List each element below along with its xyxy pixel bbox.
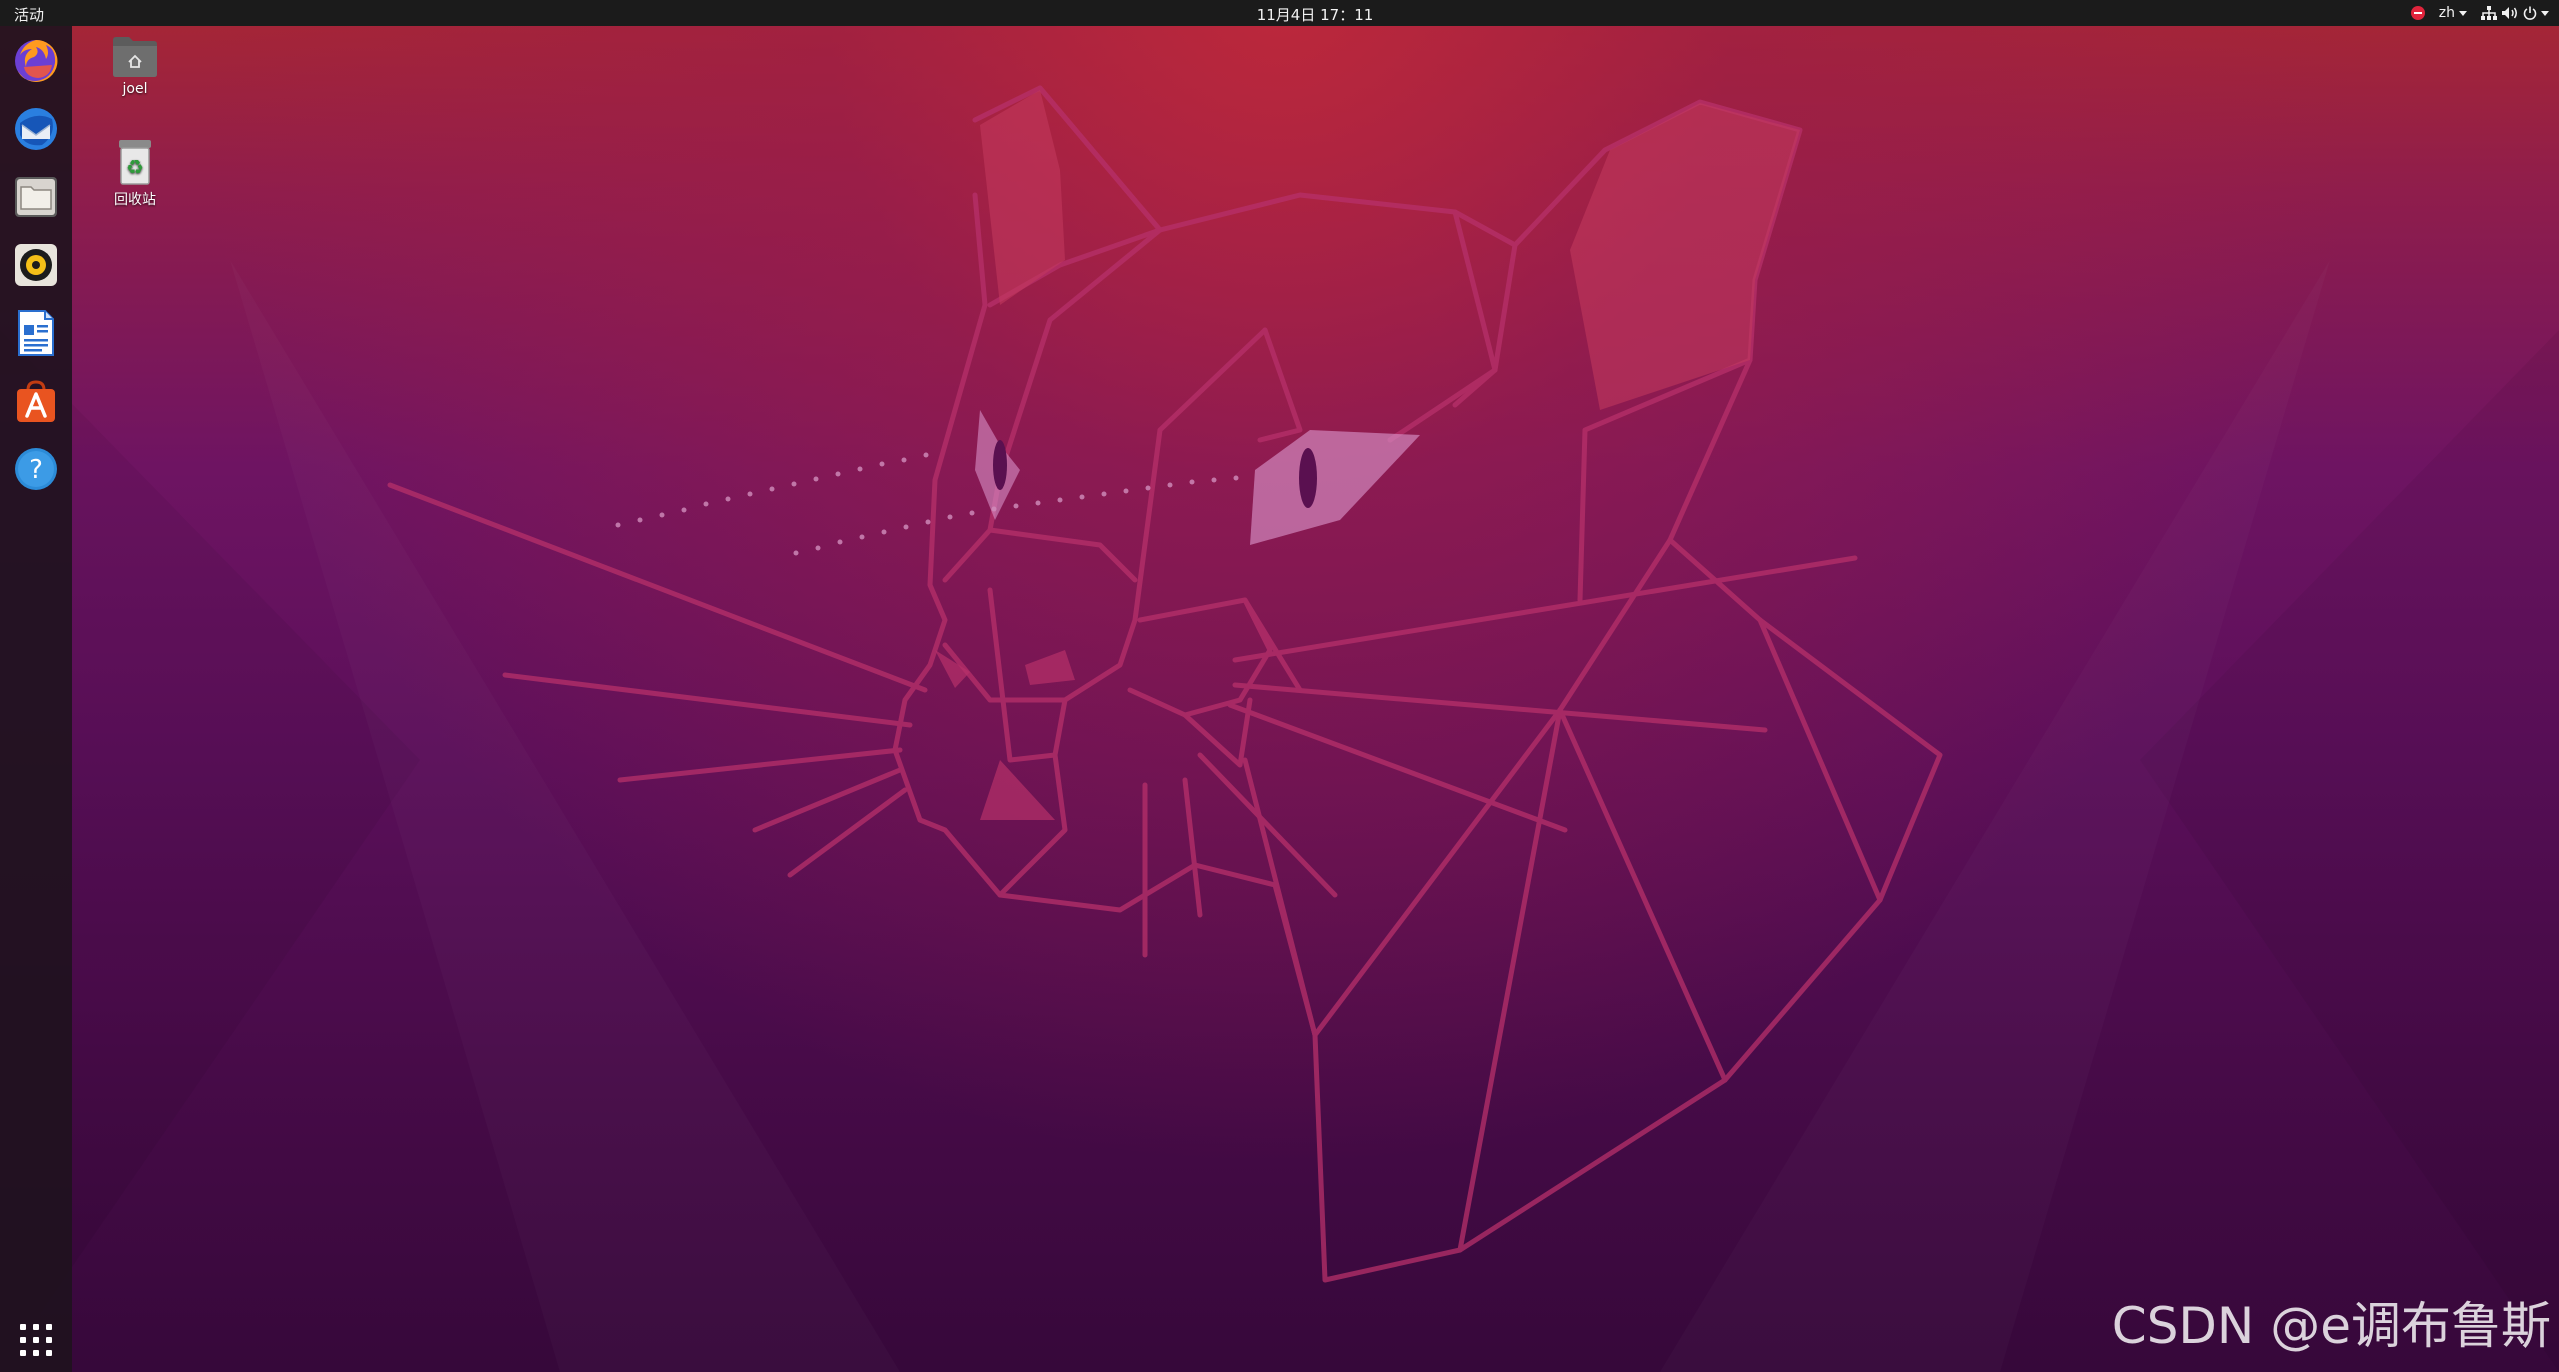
dock-app-firefox[interactable] xyxy=(11,36,61,86)
chevron-down-icon xyxy=(2541,10,2549,16)
trash-icon: ♻ xyxy=(119,140,151,185)
dock-app-thunderbird[interactable] xyxy=(11,104,61,154)
files-icon xyxy=(15,177,57,217)
do-not-disturb-icon xyxy=(2410,6,2425,20)
top-bar: 活动 11月4日 17：11 zh xyxy=(0,0,2559,26)
svg-text:♻: ♻ xyxy=(126,155,144,179)
rhythmbox-icon xyxy=(15,244,57,286)
firefox-icon xyxy=(15,39,58,82)
help-icon: ? xyxy=(15,448,57,490)
system-tray: zh xyxy=(2410,2,2549,24)
network-icon xyxy=(2481,6,2497,20)
dock-app-files[interactable] xyxy=(11,172,61,222)
activities-button[interactable]: 活动 xyxy=(14,4,44,25)
app-grid-icon[interactable] xyxy=(20,1324,52,1356)
dock-app-libreoffice-writer[interactable] xyxy=(11,308,61,358)
desktop-screen: 活动 11月4日 17：11 zh ? joel ♻ 回收站 CSDN @e调布… xyxy=(0,0,2559,1372)
wallpaper-art xyxy=(0,85,2559,1372)
home-folder-label: joel xyxy=(122,81,148,97)
do-not-disturb-indicator[interactable] xyxy=(2410,6,2425,20)
chevron-down-icon xyxy=(2459,10,2467,16)
thunderbird-icon xyxy=(15,108,57,150)
home-folder-icon xyxy=(113,37,157,77)
input-method-label: zh xyxy=(2438,5,2455,21)
dock-app-software[interactable] xyxy=(11,376,61,426)
dock: ? xyxy=(0,26,72,1372)
desktop-icon-home[interactable]: joel xyxy=(90,34,180,97)
software-center-icon xyxy=(17,380,55,422)
input-method-menu[interactable]: zh xyxy=(2439,5,2467,21)
svg-text:?: ? xyxy=(29,455,43,485)
trash-label: 回收站 xyxy=(114,192,156,208)
dock-app-rhythmbox[interactable] xyxy=(11,240,61,290)
clock-button[interactable]: 11月4日 17：11 xyxy=(1230,4,1400,25)
wallpaper xyxy=(0,0,2559,1372)
volume-icon xyxy=(2502,7,2517,19)
power-icon xyxy=(2523,6,2537,20)
dock-app-help[interactable]: ? xyxy=(11,444,61,494)
system-menu[interactable] xyxy=(2481,6,2549,20)
watermark-text: CSDN @e调布鲁斯 xyxy=(2111,1297,2551,1355)
desktop-icon-trash[interactable]: ♻ 回收站 xyxy=(90,138,180,209)
writer-icon xyxy=(18,310,54,356)
